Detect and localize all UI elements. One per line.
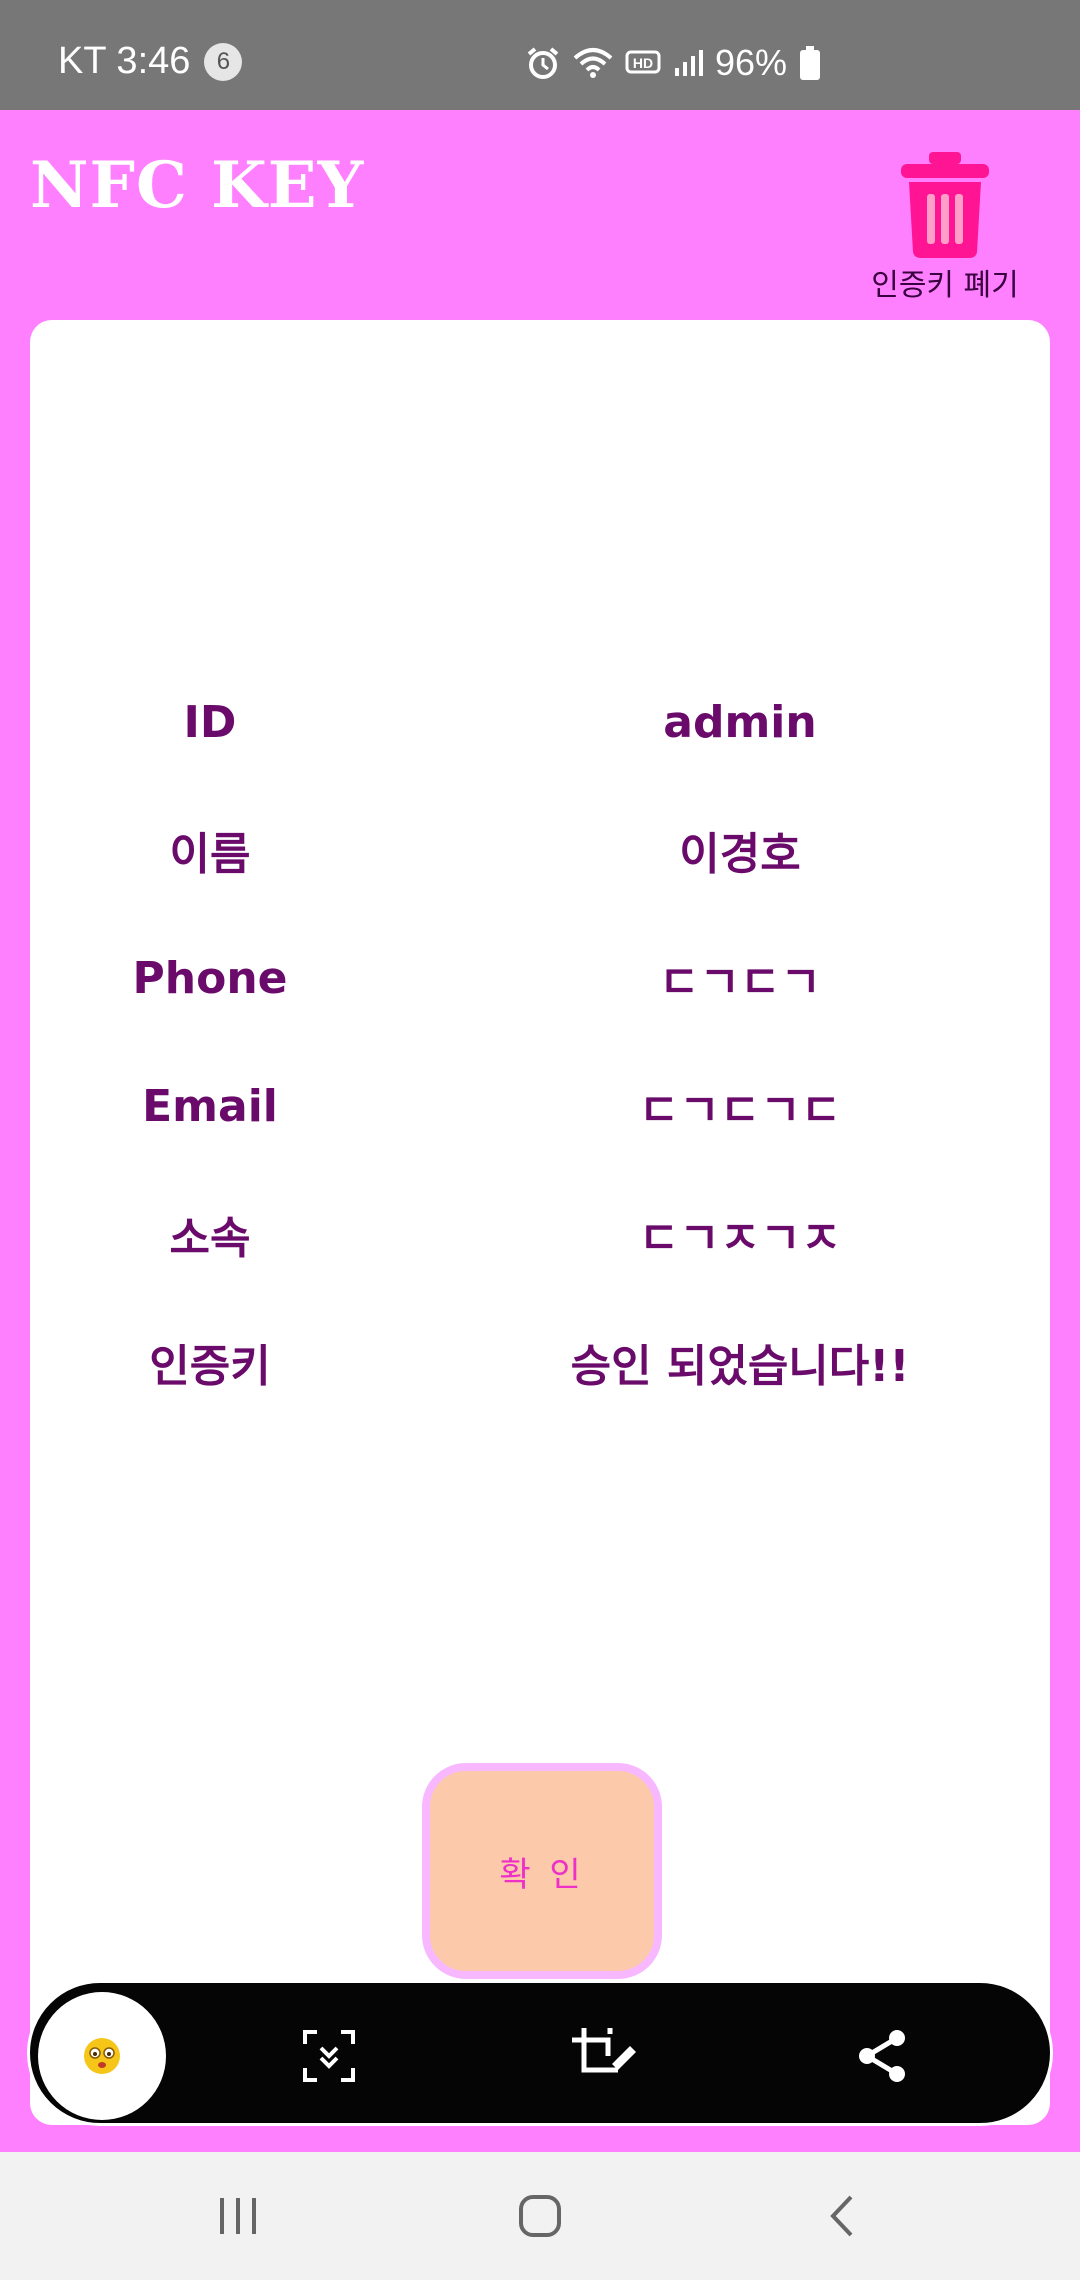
email-label: Email: [142, 1080, 278, 1132]
status-bar: KT 3:46 6 HD 96%: [0, 0, 1080, 110]
svg-text:HD: HD: [633, 55, 653, 71]
key-info-card: ID admin 이름 이경호 Phone ㄷㄱㄷㄱ Email ㄷㄱㄷㄱㄷ 소…: [27, 320, 1053, 2126]
info-row-phone: Phone ㄷㄱㄷㄱ: [30, 943, 1050, 1013]
alarm-icon: [525, 45, 561, 81]
carrier-time: KT 3:46: [58, 40, 191, 82]
signal-icon: [673, 48, 703, 78]
share-icon[interactable]: [842, 2016, 922, 2096]
status-left: KT 3:46 6: [58, 40, 243, 83]
id-label: ID: [183, 696, 237, 748]
name-value: 이경호: [679, 829, 801, 880]
affiliation-value: ㄷㄱㅈㄱㅈ: [638, 1213, 842, 1264]
back-icon[interactable]: [797, 2176, 887, 2256]
id-value: admin: [663, 696, 817, 748]
recent-apps-icon[interactable]: [193, 2176, 283, 2256]
trash-icon: [860, 150, 1030, 258]
affiliation-label: 소속: [169, 1213, 251, 1264]
app-title: NFC KEY: [30, 148, 365, 223]
name-label: 이름: [169, 829, 251, 880]
auth-key-label: 인증키: [149, 1341, 271, 1392]
avatar-emoji[interactable]: [38, 1992, 166, 2120]
home-icon[interactable]: [495, 2176, 585, 2256]
status-right: HD 96%: [525, 42, 821, 84]
notification-badge: 6: [204, 42, 243, 81]
delete-key-button[interactable]: 인증키 폐기: [860, 150, 1030, 306]
hd-icon: HD: [625, 48, 661, 78]
scroll-capture-icon[interactable]: [289, 2016, 369, 2096]
system-nav-bar: [0, 2152, 1080, 2280]
phone-value: ㄷㄱㄷㄱ: [659, 957, 821, 1008]
info-row-id: ID admin: [30, 687, 1050, 757]
info-row-auth-key: 인증키 승인 되었습니다!!: [30, 1327, 1050, 1397]
capture-toolbar: [27, 1980, 1053, 2126]
crop-edit-icon[interactable]: [565, 2016, 645, 2096]
confirm-button[interactable]: 확 인: [422, 1763, 662, 1979]
auth-key-value: 승인 되었습니다!!: [570, 1341, 910, 1392]
delete-key-label: 인증키 폐기: [871, 268, 1019, 303]
info-row-email: Email ㄷㄱㄷㄱㄷ: [30, 1071, 1050, 1141]
battery-text: 96%: [715, 42, 788, 83]
wifi-icon: [573, 46, 613, 80]
info-row-affiliation: 소속 ㄷㄱㅈㄱㅈ: [30, 1199, 1050, 1269]
email-value: ㄷㄱㄷㄱㄷ: [638, 1085, 842, 1136]
info-row-name: 이름 이경호: [30, 815, 1050, 885]
battery-icon: [799, 46, 821, 80]
phone-label: Phone: [132, 952, 288, 1004]
